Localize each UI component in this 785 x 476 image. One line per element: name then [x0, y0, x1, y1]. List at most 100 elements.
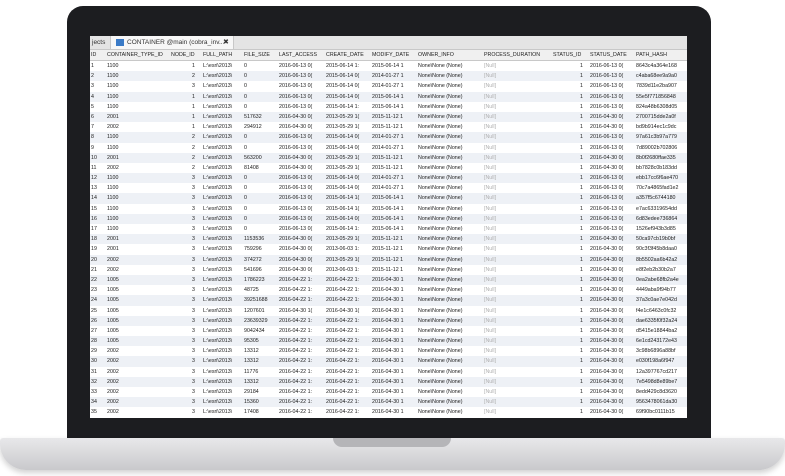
table-cell[interactable]: L:\esri\2013\: [203, 338, 243, 344]
table-cell[interactable]: 2013-06-03 1:: [326, 246, 371, 252]
table-cell[interactable]: 1: [553, 389, 583, 395]
table-cell[interactable]: [Null]: [484, 318, 552, 324]
table-cell[interactable]: 1: [553, 236, 583, 242]
table-cell[interactable]: 2016-04-22 1:: [279, 348, 325, 354]
table-cell[interactable]: 3: [171, 358, 195, 364]
table-cell[interactable]: 2014-01-27 1: [372, 185, 417, 191]
table-cell[interactable]: L:\esri\2013\: [203, 83, 243, 89]
table-cell[interactable]: 1005: [107, 318, 169, 324]
table-cell[interactable]: 1: [91, 63, 105, 69]
table-cell[interactable]: 2013-05-29 1(: [326, 114, 371, 120]
table-row[interactable]: 28 1005 3 L:\esri\2013\ 95305 2016-04-22 1: 20…: [90, 336, 687, 347]
table-cell[interactable]: 2016-04-22 1:: [326, 409, 371, 415]
table-cell[interactable]: None\None (None): [418, 308, 482, 314]
table-cell[interactable]: None\None (None): [418, 338, 482, 344]
table-row[interactable]: 21 2002 3 L:\esri\2013\ 541696 2016-04-30 0(2…: [90, 264, 687, 275]
table-cell[interactable]: 2002: [107, 399, 169, 405]
table-cell[interactable]: 26: [91, 318, 105, 324]
table-cell[interactable]: 1: [553, 165, 583, 171]
table-cell[interactable]: 2016-04-30 0(: [590, 277, 635, 283]
column-header[interactable]: LAST_ACCESS: [279, 52, 325, 58]
table-cell[interactable]: 15: [91, 206, 105, 212]
table-cell[interactable]: 95305: [244, 338, 278, 344]
table-cell[interactable]: 13: [91, 185, 105, 191]
table-cell[interactable]: None\None (None): [418, 104, 482, 110]
table-cell[interactable]: 2014-01-27 1: [372, 83, 417, 89]
table-cell[interactable]: 2016-06-13 0(: [279, 206, 325, 212]
table-cell[interactable]: 2015-06-14 1:: [326, 104, 371, 110]
table-cell[interactable]: 1: [553, 348, 583, 354]
table-cell[interactable]: 12: [91, 175, 105, 181]
table-cell[interactable]: None\None (None): [418, 145, 482, 151]
table-cell[interactable]: 3: [171, 369, 195, 375]
table-cell[interactable]: 2002: [107, 389, 169, 395]
table-cell[interactable]: 1: [553, 124, 583, 130]
table-cell[interactable]: e8f2eb2b30b2a7: [636, 267, 687, 273]
table-cell[interactable]: 0: [244, 185, 278, 191]
table-cell[interactable]: 0: [244, 206, 278, 212]
table-cell[interactable]: 0: [244, 63, 278, 69]
table-row[interactable]: 32 2002 3 L:\esri\2013\ 13312 2016-04-22 1: 20…: [90, 376, 687, 387]
table-cell[interactable]: 1100: [107, 83, 169, 89]
table-cell[interactable]: [Null]: [484, 216, 552, 222]
table-cell[interactable]: 2015-11-12 1: [372, 267, 417, 273]
table-row[interactable]: 22 1005 3 L:\esri\2013\ 1786223 2016-04-22 1:…: [90, 274, 687, 286]
table-cell[interactable]: 2016-04-22 1:: [279, 379, 325, 385]
table-cell[interactable]: 2001: [107, 236, 169, 242]
table-row[interactable]: 10 2001 2 L:\esri\2013\ 563200 2016-04-30 0(2…: [90, 152, 687, 163]
table-row[interactable]: 19 2001 3 L:\esri\2013\ 759296 2016-04-30 0(2…: [90, 244, 687, 255]
table-cell[interactable]: 2016-06-13 0(: [590, 73, 635, 79]
table-cell[interactable]: 9563478061da30: [636, 399, 687, 405]
table-cell[interactable]: a357f5c6744180: [636, 195, 687, 201]
table-cell[interactable]: 2015-06-14 0(: [326, 134, 371, 140]
table-cell[interactable]: L:\esri\2013\: [203, 155, 243, 161]
tab-previous[interactable]: jects: [92, 39, 105, 46]
table-cell[interactable]: 14: [91, 195, 105, 201]
table-cell[interactable]: 2016-04-30 0(: [590, 318, 635, 324]
column-header[interactable]: CREATE_DATE: [326, 52, 371, 58]
table-cell[interactable]: 2013-05-29 1(: [326, 124, 371, 130]
table-cell[interactable]: 2016-04-22 1:: [326, 287, 371, 293]
table-cell[interactable]: 2016-04-30 0(: [590, 358, 635, 364]
table-cell[interactable]: 11: [91, 165, 105, 171]
table-cell[interactable]: [Null]: [484, 389, 552, 395]
table-cell[interactable]: 2016-04-22 1:: [326, 338, 371, 344]
table-cell[interactable]: 2016-06-13 0(: [590, 104, 635, 110]
table-cell[interactable]: 2016-04-30 0(: [279, 155, 325, 161]
table-cell[interactable]: [Null]: [484, 165, 552, 171]
table-cell[interactable]: 69f90bc0111b15: [636, 409, 687, 415]
table-cell[interactable]: 2002: [107, 369, 169, 375]
table-cell[interactable]: 2015-06-14 1: [372, 206, 417, 212]
table-cell[interactable]: 0: [244, 216, 278, 222]
table-cell[interactable]: 70c7a4865fad1e2: [636, 185, 687, 191]
table-cell[interactable]: [Null]: [484, 134, 552, 140]
table-cell[interactable]: 7e5498d8e89be7: [636, 379, 687, 385]
table-cell[interactable]: 3: [171, 175, 195, 181]
table-cell[interactable]: 2002: [107, 257, 169, 263]
table-cell[interactable]: 2016-04-30 1: [372, 318, 417, 324]
table-cell[interactable]: 3: [91, 83, 105, 89]
table-row[interactable]: 8 1100 2 L:\esri\2013\ 0 2016-06-13 0(2015-06…: [90, 132, 687, 143]
table-cell[interactable]: 1100: [107, 94, 169, 100]
table-cell[interactable]: 2016-04-30 1(: [279, 308, 325, 314]
table-cell[interactable]: 1: [553, 338, 583, 344]
table-cell[interactable]: [Null]: [484, 114, 552, 120]
table-cell[interactable]: None\None (None): [418, 175, 482, 181]
table-cell[interactable]: L:\esri\2013\: [203, 328, 243, 334]
table-cell[interactable]: 33: [91, 389, 105, 395]
table-row[interactable]: 9 1100 2 L:\esri\2013\ 0 2016-06-13 0(2015-06…: [90, 142, 687, 153]
table-row[interactable]: 26 1005 3 L:\esri\2013\ 23639329 2016-04-22 1…: [90, 315, 687, 326]
table-cell[interactable]: L:\esri\2013\: [203, 124, 243, 130]
table-cell[interactable]: 8643c4a364e168: [636, 63, 687, 69]
table-cell[interactable]: 517632: [244, 114, 278, 120]
column-header[interactable]: OWNER_INFO: [418, 52, 482, 58]
table-row[interactable]: 18 2001 3 L:\esri\2013\ 1153536 2016-04-30 0(…: [90, 234, 687, 245]
column-header[interactable]: PATH_HASH: [636, 52, 687, 58]
table-cell[interactable]: 10: [91, 155, 105, 161]
table-cell[interactable]: 2016-04-22 1:: [326, 369, 371, 375]
table-cell[interactable]: 29184: [244, 389, 278, 395]
table-cell[interactable]: 2016-06-13 0(: [590, 216, 635, 222]
table-cell[interactable]: None\None (None): [418, 114, 482, 120]
table-cell[interactable]: 2002: [107, 165, 169, 171]
table-cell[interactable]: 1005: [107, 287, 169, 293]
